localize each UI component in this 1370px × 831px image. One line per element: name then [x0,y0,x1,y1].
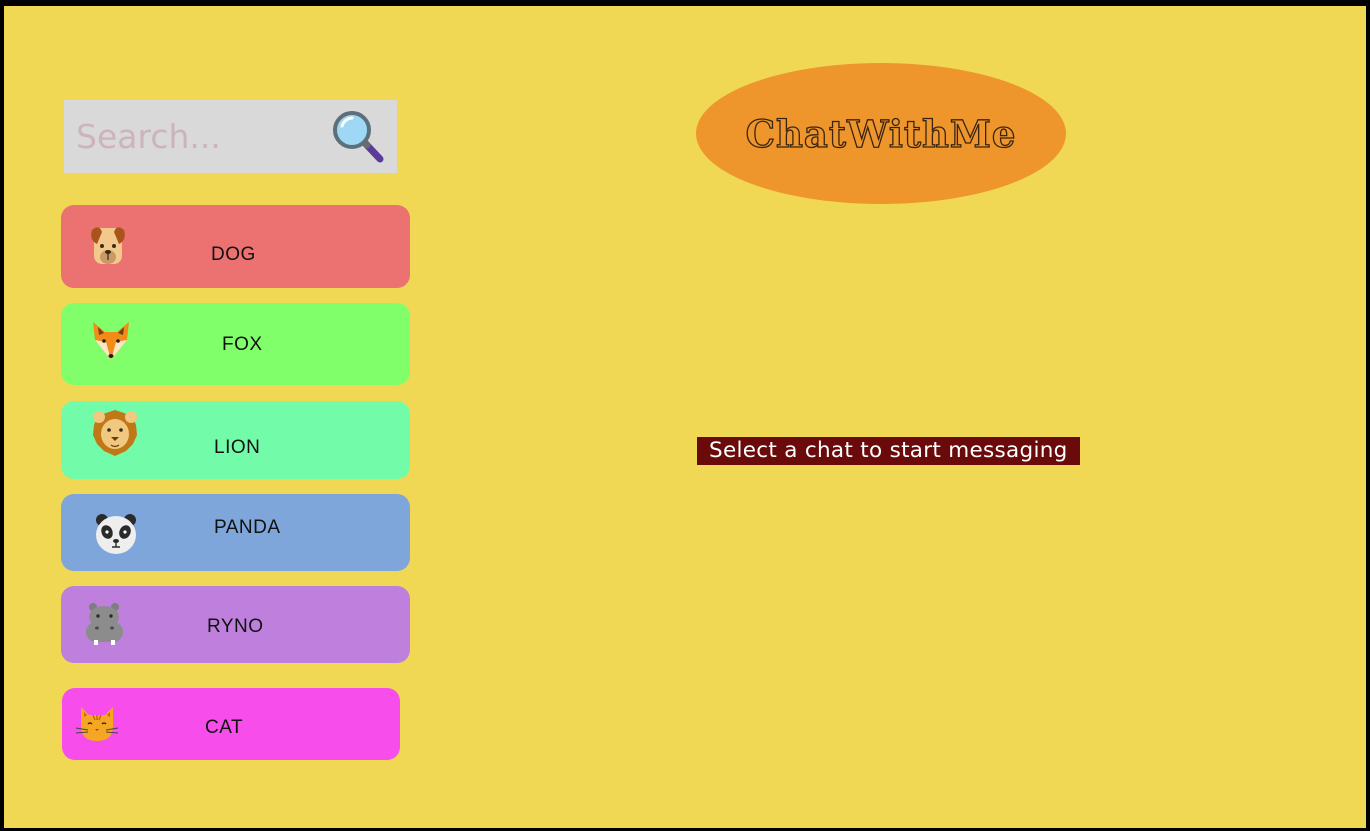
app-logo: ChatWithMe [696,63,1066,204]
magnifier-icon [333,111,384,163]
dog-icon [91,227,125,264]
contact-dog[interactable]: DOG [61,205,410,288]
contact-panda[interactable]: PANDA [61,494,410,571]
contact-name: RYNO [207,616,264,637]
contact-name: LION [214,437,261,458]
lion-icon [93,410,137,456]
search-input[interactable] [64,100,324,173]
app-window: DOG FOX LION [4,6,1366,828]
contact-ryno[interactable]: RYNO [61,586,410,663]
app-logo-text: ChatWithMe [745,111,1017,156]
panda-icon [96,514,136,554]
contact-cat[interactable]: CAT [62,688,400,760]
contact-lion[interactable]: LION [61,401,410,479]
contact-name: CAT [205,717,244,738]
fox-icon [93,322,129,360]
contact-name: FOX [222,334,263,355]
empty-chat-message: Select a chat to start messaging [697,437,1080,465]
search-bar [64,100,397,173]
hippo-icon [86,603,123,645]
search-button[interactable] [331,109,387,165]
contact-name: DOG [211,244,256,265]
contact-name: PANDA [214,517,281,538]
contact-fox[interactable]: FOX [61,303,410,385]
cat-icon [75,707,119,741]
